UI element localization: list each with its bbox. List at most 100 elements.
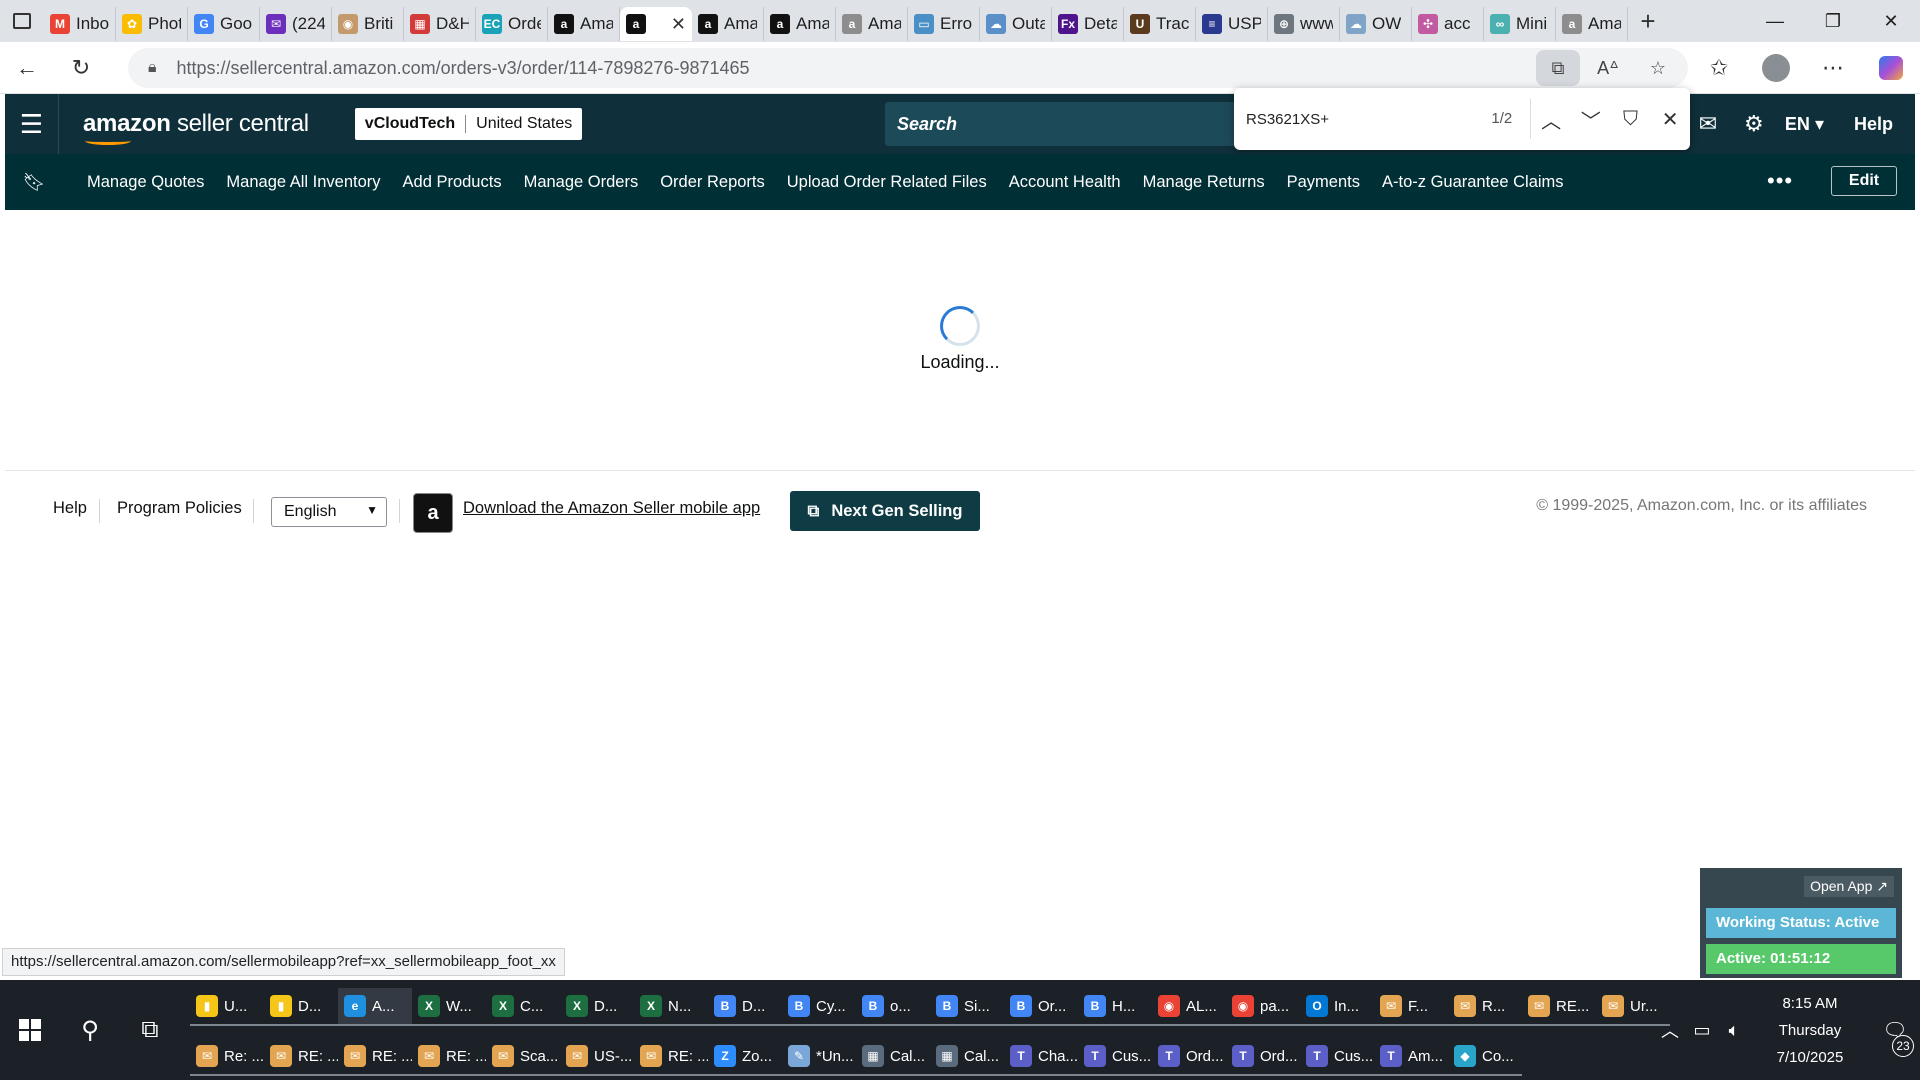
taskbar-app-button[interactable]: T Ord... <box>1226 1038 1300 1076</box>
start-button[interactable] <box>10 1010 50 1050</box>
menu-button[interactable]: ☰ <box>5 94 59 154</box>
taskbar-app-button[interactable]: ▦ Cal... <box>856 1038 930 1076</box>
restore-button[interactable]: ❐ <box>1804 0 1862 42</box>
taskbar-app-button[interactable]: T Am... <box>1374 1038 1448 1076</box>
back-button[interactable]: ← <box>0 42 54 94</box>
tab-actions-button[interactable] <box>0 0 44 42</box>
browser-tab[interactable]: ✉ (224 <box>260 7 332 41</box>
taskbar-app-button[interactable]: ✉ F... <box>1374 988 1448 1026</box>
nav-link-add-products[interactable]: Add Products <box>403 173 502 192</box>
browser-tab[interactable]: a Ama <box>692 7 764 41</box>
taskbar-app-button[interactable]: O In... <box>1300 988 1374 1026</box>
taskbar-app-button[interactable]: ✉ US-... <box>560 1038 634 1076</box>
new-tab-button[interactable]: + <box>1628 0 1668 42</box>
account-switcher[interactable]: vCloudTech United States <box>354 108 583 140</box>
browser-tab[interactable]: ☁ OW <box>1340 7 1412 41</box>
taskbar-app-button[interactable]: ✉ RE... <box>1522 988 1596 1026</box>
nav-link-payments[interactable]: Payments <box>1287 173 1360 192</box>
taskbar-app-button[interactable]: ◉ pa... <box>1226 988 1300 1026</box>
minimize-button[interactable]: — <box>1746 0 1804 42</box>
find-close-button[interactable]: ✕ <box>1650 107 1690 132</box>
taskbar-app-button[interactable]: ▦ Cal... <box>930 1038 1004 1076</box>
taskbar-app-button[interactable]: B Or... <box>1004 988 1078 1026</box>
browser-tab[interactable]: M Inbo <box>44 7 116 41</box>
taskbar-app-button[interactable]: X W... <box>412 988 486 1026</box>
browser-tab[interactable]: a Ama <box>548 7 620 41</box>
taskbar-app-button[interactable]: B Si... <box>930 988 1004 1026</box>
taskbar-clock[interactable]: 8:15 AM Thursday 7/10/2025 <box>1750 990 1870 1071</box>
nav-edit-button[interactable]: Edit <box>1831 166 1897 196</box>
show-hidden-icons-button[interactable]: ︿ <box>1654 1017 1686 1043</box>
nav-link-order-reports[interactable]: Order Reports <box>660 173 765 192</box>
app-available-button[interactable]: ⧉ <box>1536 50 1580 86</box>
seller-central-logo[interactable]: amazon seller central <box>83 110 309 145</box>
browser-tab[interactable]: U Trac <box>1124 7 1196 41</box>
taskbar-app-button[interactable]: B H... <box>1078 988 1152 1026</box>
nav-link-upload-order-related-files[interactable]: Upload Order Related Files <box>787 173 987 192</box>
browser-tab[interactable]: G Goo <box>188 7 260 41</box>
browser-tab[interactable]: a ✕ <box>620 7 692 41</box>
browser-tab[interactable]: ⊕ www <box>1268 7 1340 41</box>
browser-tab[interactable]: EC Orde <box>476 7 548 41</box>
help-link[interactable]: Help <box>1846 114 1915 135</box>
browser-tab[interactable]: ∞ Mini <box>1484 7 1556 41</box>
bookmark-button[interactable]: 🔖︎ <box>5 172 63 193</box>
next-gen-selling-button[interactable]: ⧉ Next Gen Selling <box>790 491 980 531</box>
nav-link-a-to-z-guarantee-claims[interactable]: A-to-z Guarantee Claims <box>1382 173 1564 192</box>
task-view-button[interactable]: ⧉ <box>128 1010 172 1050</box>
browser-tab[interactable]: a Ama <box>1556 7 1628 41</box>
footer-help-link[interactable]: Help <box>53 499 87 518</box>
nav-link-manage-quotes[interactable]: Manage Quotes <box>87 173 204 192</box>
profile-avatar[interactable] <box>1762 54 1790 82</box>
settings-button[interactable]: ⚙ <box>1731 111 1777 137</box>
browser-tab[interactable]: Fx Deta <box>1052 7 1124 41</box>
taskbar-app-button[interactable]: X D... <box>560 988 634 1026</box>
taskbar-app-button[interactable]: X C... <box>486 988 560 1026</box>
taskbar-app-button[interactable]: Z Zo... <box>708 1038 782 1076</box>
close-tab-icon[interactable]: ✕ <box>671 14 686 35</box>
program-policies-link[interactable]: Program Policies <box>117 499 242 518</box>
taskbar-app-button[interactable]: ◉ AL... <box>1152 988 1226 1026</box>
taskbar-app-button[interactable]: e A... <box>338 988 412 1026</box>
favorites-button[interactable]: ✩ <box>1690 42 1748 94</box>
taskbar-app-button[interactable]: T Ord... <box>1152 1038 1226 1076</box>
notifications-button[interactable]: 🗨︎ 23 <box>1870 1018 1920 1057</box>
browser-tab[interactable]: ◉ Briti <box>332 7 404 41</box>
messages-button[interactable]: ✉ <box>1685 111 1731 137</box>
browser-tab[interactable]: ▭ Erro <box>908 7 980 41</box>
taskbar-search-button[interactable]: ⚲ <box>68 1010 112 1050</box>
nav-link-manage-returns[interactable]: Manage Returns <box>1143 173 1265 192</box>
seller-search-input[interactable]: Search <box>885 102 1245 146</box>
find-filter-button[interactable]: ⛉ <box>1611 108 1651 131</box>
browser-tab[interactable]: a Ama <box>836 7 908 41</box>
taskbar-app-button[interactable]: ✉ RE: ... <box>634 1038 708 1076</box>
taskbar-app-button[interactable]: ✉ RE: ... <box>338 1038 412 1076</box>
read-aloud-button[interactable]: Aᐞ <box>1586 50 1630 86</box>
find-next-button[interactable]: ﹀ <box>1571 105 1611 134</box>
taskbar-app-button[interactable]: ✉ R... <box>1448 988 1522 1026</box>
volume-icon[interactable]: 🔈︎ <box>1718 1020 1750 1041</box>
taskbar-app-button[interactable]: T Cus... <box>1078 1038 1152 1076</box>
nav-link-manage-orders[interactable]: Manage Orders <box>524 173 639 192</box>
settings-more-button[interactable]: ⋯ <box>1804 42 1862 94</box>
taskbar-app-button[interactable]: Bo... <box>856 988 930 1026</box>
taskbar-app-button[interactable]: T Cha... <box>1004 1038 1078 1076</box>
taskbar-app-button[interactable]: T Cus... <box>1300 1038 1374 1076</box>
battery-icon[interactable]: ▭ <box>1686 1020 1718 1041</box>
taskbar-app-button[interactable]: X N... <box>634 988 708 1026</box>
browser-tab[interactable]: a Ama <box>764 7 836 41</box>
find-previous-button[interactable]: ︿ <box>1531 105 1571 134</box>
taskbar-app-button[interactable]: ◆ Co... <box>1448 1038 1522 1076</box>
find-input[interactable]: RS3621XS+ <box>1234 111 1467 128</box>
browser-tab[interactable]: ☁ Outa <box>980 7 1052 41</box>
taskbar-app-button[interactable]: ✉ RE: ... <box>264 1038 338 1076</box>
taskbar-app-button[interactable]: ✉ Sca... <box>486 1038 560 1076</box>
address-bar[interactable]: 🔒︎ https://sellercentral.amazon.com/orde… <box>128 48 1688 88</box>
taskbar-app-button[interactable]: ▮ D... <box>264 988 338 1026</box>
close-window-button[interactable]: ✕ <box>1862 0 1920 42</box>
browser-tab[interactable]: ≡ USP <box>1196 7 1268 41</box>
nav-more-button[interactable]: ••• <box>1767 168 1793 194</box>
seller-app-icon[interactable]: a <box>413 493 453 533</box>
open-app-button[interactable]: Open App ↗ <box>1804 876 1894 897</box>
taskbar-app-button[interactable]: ✉ RE: ... <box>412 1038 486 1076</box>
